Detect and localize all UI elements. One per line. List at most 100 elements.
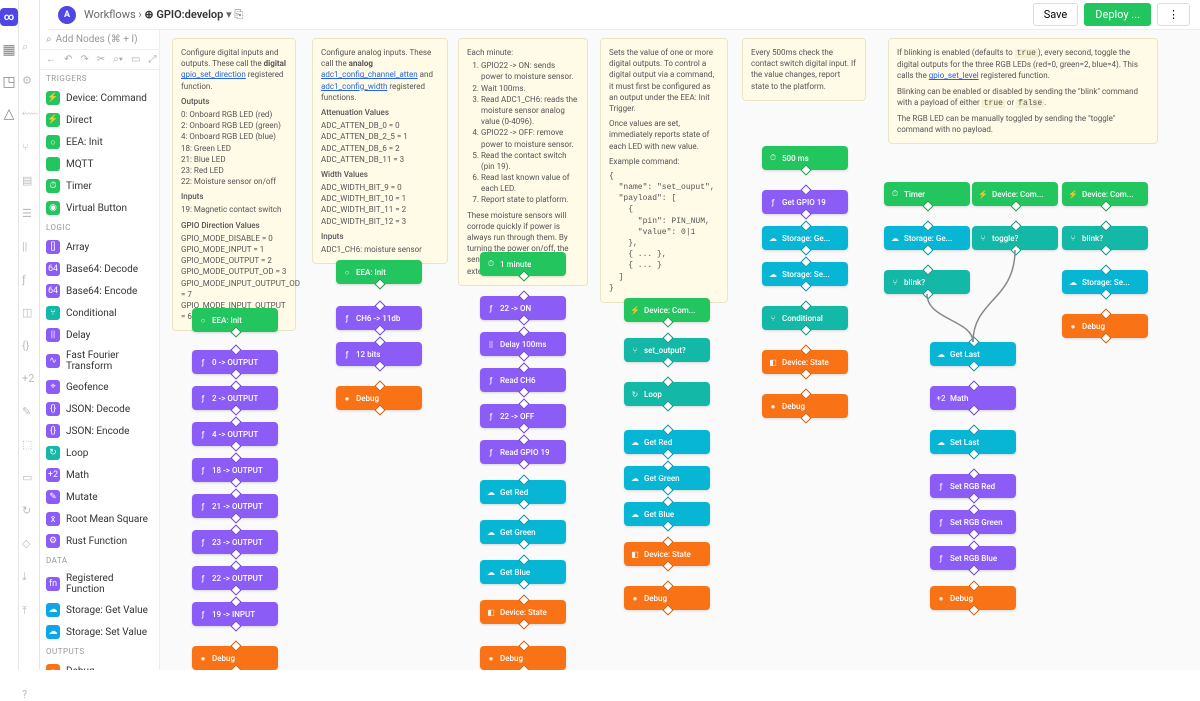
stats-icon[interactable]: ⬚: [22, 438, 36, 451]
node-getblue2[interactable]: ☁Get Blue: [624, 502, 710, 526]
node-storageset[interactable]: ☁Storage: Se...: [762, 262, 848, 286]
node-loop[interactable]: ↻Loop: [624, 382, 710, 406]
node-fn-21[interactable]: ƒ21 -> OUTPUT: [192, 494, 278, 518]
node-setoutput[interactable]: ⑂set_output?: [624, 338, 710, 362]
node-readg19[interactable]: ƒRead GPIO 19: [480, 440, 566, 464]
back-icon[interactable]: ←: [46, 54, 56, 65]
list-icon[interactable]: ☰: [22, 207, 36, 220]
pause-icon[interactable]: ||: [22, 240, 36, 253]
node-cond[interactable]: ⑂Conditional: [762, 306, 848, 330]
fit-icon[interactable]: ▭: [131, 54, 140, 65]
node-getgreen[interactable]: ☁Get Green: [480, 520, 566, 544]
sync-icon[interactable]: ↻: [22, 504, 36, 517]
palette-item[interactable]: ||Delay: [40, 324, 159, 346]
dashboard-icon[interactable]: ▦: [1, 42, 17, 58]
breadcrumb[interactable]: Workflows › ⊕ GPIO:develop ▾ ⎘: [84, 8, 243, 22]
node-getgpio19[interactable]: ƒGet GPIO 19: [762, 190, 848, 214]
node-blink[interactable]: ⑂blink?: [1062, 226, 1148, 250]
node-fn-4[interactable]: ƒ4 -> OUTPUT: [192, 422, 278, 446]
palette-item[interactable]: ∿Fast Fourier Transform: [40, 346, 159, 376]
node-debug-4[interactable]: ●Debug: [624, 586, 710, 610]
math-icon[interactable]: +2: [22, 372, 36, 385]
node-timer[interactable]: ⏱Timer: [884, 182, 970, 206]
palette-item[interactable]: x̄Root Mean Square: [40, 508, 159, 530]
palette-item[interactable]: {}JSON: Encode: [40, 420, 159, 442]
search-input[interactable]: ⌕ Add Nodes (⌘ + I): [40, 30, 159, 50]
palette-item[interactable]: MQTT: [40, 153, 159, 175]
cut-icon[interactable]: ✂: [97, 54, 105, 65]
node-debug-2[interactable]: ●Debug: [336, 386, 422, 410]
node-setrgbgreen[interactable]: ƒSet RGB Green: [930, 510, 1016, 534]
gear-icon[interactable]: ⚙: [22, 74, 36, 87]
save-button[interactable]: Save: [1033, 3, 1079, 26]
undo-icon[interactable]: ↶: [64, 54, 72, 65]
node-getlast[interactable]: ☁Get Last: [930, 342, 1016, 366]
node-math[interactable]: +2Math: [930, 386, 1016, 410]
more-button[interactable]: ⋮: [1157, 3, 1190, 26]
node-eea-init[interactable]: ○EEA: Init: [192, 308, 278, 332]
node-debug-5[interactable]: ●Debug: [762, 394, 848, 418]
palette-item[interactable]: ⏱Timer: [40, 175, 159, 197]
node-eea-init-2[interactable]: ○EEA: Init: [336, 260, 422, 284]
help-icon[interactable]: ?: [22, 688, 36, 701]
node-debug-7[interactable]: ●Debug: [930, 586, 1016, 610]
network-icon[interactable]: ◇: [22, 537, 36, 550]
branch-icon[interactable]: ⑂: [22, 141, 36, 154]
code-icon[interactable]: {}: [22, 339, 36, 352]
node-getred2[interactable]: ☁Get Red: [624, 430, 710, 454]
palette-item[interactable]: ⚡Direct: [40, 109, 159, 131]
edit-icon[interactable]: ✎: [22, 405, 36, 418]
node-dstate[interactable]: ◧Device: State: [480, 600, 566, 624]
node-setrgbblue[interactable]: ƒSet RGB Blue: [930, 546, 1016, 570]
palette-item[interactable]: ☁Storage: Set Value: [40, 621, 159, 643]
brand-logo[interactable]: ∞: [0, 8, 18, 26]
download-icon[interactable]: ⤓: [22, 570, 36, 584]
palette-item[interactable]: ⚙Rust Function: [40, 530, 159, 552]
filter-icon[interactable]: ⌕: [22, 40, 36, 54]
table-icon[interactable]: ▤: [22, 174, 36, 187]
node-500ms[interactable]: ⏱500 ms: [762, 146, 848, 170]
node-sse2[interactable]: ☁Storage: Se...: [1062, 270, 1148, 294]
upload-icon[interactable]: ⤒: [22, 604, 36, 618]
palette-item[interactable]: {}JSON: Decode: [40, 398, 159, 420]
redo-icon[interactable]: ↷: [80, 54, 88, 65]
node-dcom2[interactable]: ⚡Device: Com...: [972, 182, 1058, 206]
node-fn-18[interactable]: ƒ18 -> OUTPUT: [192, 458, 278, 482]
node-debug-6[interactable]: ●Debug: [1062, 314, 1148, 338]
node-dcom[interactable]: ⚡Device: Com...: [624, 298, 710, 322]
node-ch6[interactable]: ƒCH6 -> 11db: [336, 306, 422, 330]
node-fn-0[interactable]: ƒ0 -> OUTPUT: [192, 350, 278, 374]
palette-item[interactable]: []Array: [40, 236, 159, 258]
warning-icon[interactable]: △: [1, 106, 17, 122]
node-fn-2[interactable]: ƒ2 -> OUTPUT: [192, 386, 278, 410]
node-readch6[interactable]: ƒRead CH6: [480, 368, 566, 392]
palette-item[interactable]: ●Debug: [40, 660, 159, 670]
expand-icon[interactable]: ⤢: [148, 54, 156, 65]
node-delay100[interactable]: ||Delay 100ms: [480, 332, 566, 356]
palette-item[interactable]: ✎Mutate: [40, 486, 159, 508]
deploy-button[interactable]: Deploy ...: [1084, 3, 1151, 26]
palette-item[interactable]: ☁Storage: Get Value: [40, 599, 159, 621]
node-setrgbred[interactable]: ƒSet RGB Red: [930, 474, 1016, 498]
node-dstate2[interactable]: ◧Device: State: [624, 542, 710, 566]
node-getred[interactable]: ☁Get Red: [480, 480, 566, 504]
node-dstate3[interactable]: ◧Device: State: [762, 350, 848, 374]
palette-item[interactable]: ◉Virtual Button: [40, 197, 159, 219]
folder-icon[interactable]: ▭: [22, 471, 36, 484]
palette-item[interactable]: ⚡Device: Command: [40, 87, 159, 109]
node-sge2[interactable]: ☁Storage: Ge...: [884, 226, 970, 250]
palette-item[interactable]: 64Base64: Decode: [40, 258, 159, 280]
node-toggle[interactable]: ⑂toggle?: [972, 226, 1058, 250]
node-12bits[interactable]: ƒ12 bits: [336, 342, 422, 366]
node-1min[interactable]: ⏱1 minute: [480, 252, 566, 276]
node-fn-23[interactable]: ƒ23 -> OUTPUT: [192, 530, 278, 554]
node-getblue[interactable]: ☁Get Blue: [480, 560, 566, 584]
palette-item[interactable]: ⌖Geofence: [40, 376, 159, 398]
workflow-canvas[interactable]: Configure digital inputs and outputs. Th…: [160, 30, 1200, 670]
palette-item[interactable]: +2Math: [40, 464, 159, 486]
palette-item[interactable]: fnRegistered Function: [40, 569, 159, 599]
zoom-icon[interactable]: ⌕▾: [113, 54, 123, 65]
node-fn-19[interactable]: ƒ19 -> INPUT: [192, 602, 278, 626]
node-22off[interactable]: ƒ22 -> OFF: [480, 404, 566, 428]
palette-item[interactable]: ○EEA: Init: [40, 131, 159, 153]
